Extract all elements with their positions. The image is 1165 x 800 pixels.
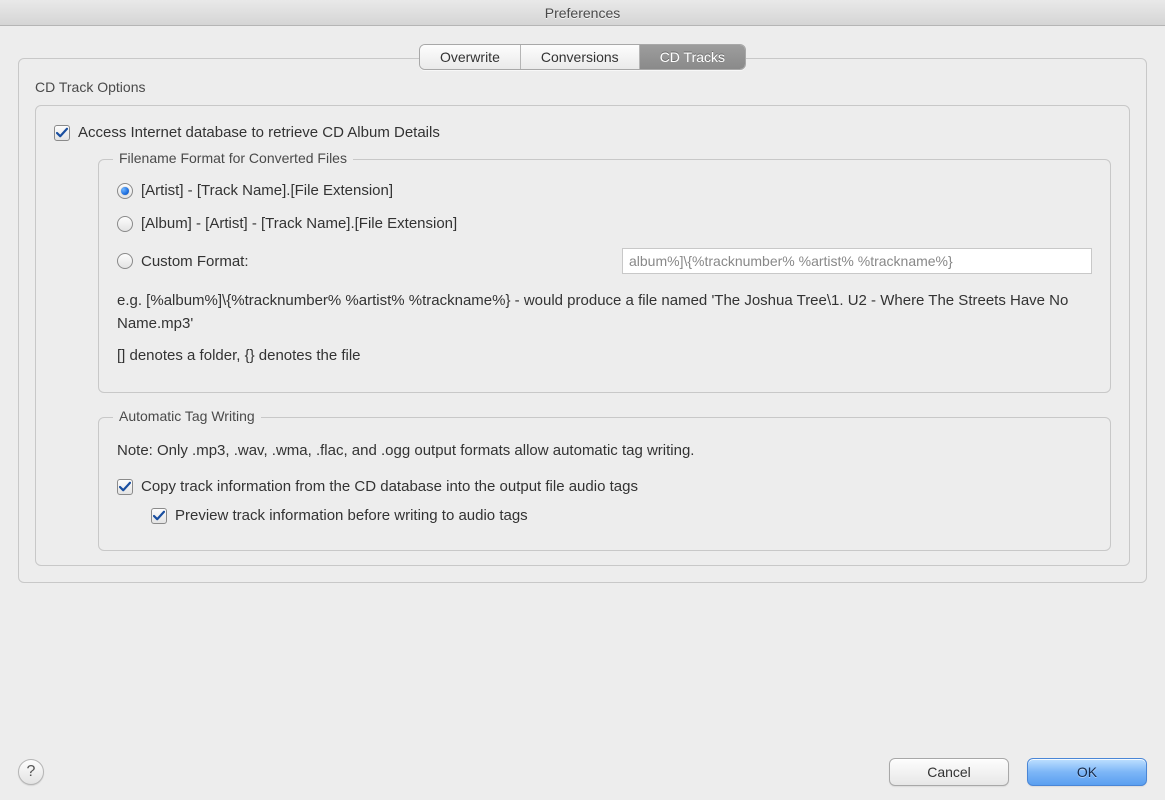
format-radio-1-label: [Artist] - [Track Name].[File Extension] bbox=[141, 182, 393, 199]
format-radio-3[interactable] bbox=[117, 253, 133, 269]
segmented-tabs: Overwrite Conversions CD Tracks bbox=[419, 44, 746, 70]
cd-track-options-fieldset: Access Internet database to retrieve CD … bbox=[35, 105, 1130, 566]
format-radio-2-label: [Album] - [Artist] - [Track Name].[File … bbox=[141, 215, 457, 232]
format-option-album-artist-track: [Album] - [Artist] - [Track Name].[File … bbox=[117, 215, 1092, 232]
filename-format-fieldset: Filename Format for Converted Files [Art… bbox=[98, 159, 1111, 393]
filename-format-legend: Filename Format for Converted Files bbox=[113, 150, 353, 166]
copy-tags-label: Copy track information from the CD datab… bbox=[141, 478, 638, 495]
help-button[interactable]: ? bbox=[18, 759, 44, 785]
checkmark-icon bbox=[56, 127, 68, 139]
tag-writing-legend: Automatic Tag Writing bbox=[113, 408, 261, 424]
tab-overwrite[interactable]: Overwrite bbox=[420, 45, 521, 69]
cd-tracks-panel: CD Track Options Access Internet databas… bbox=[18, 58, 1147, 583]
format-radio-3-label: Custom Format: bbox=[141, 253, 249, 270]
ok-button[interactable]: OK bbox=[1027, 758, 1147, 786]
checkmark-icon bbox=[153, 510, 165, 522]
format-example-text: e.g. [%album%]\{%tracknumber% %artist% %… bbox=[117, 290, 1092, 335]
group-label-cd-track-options: CD Track Options bbox=[35, 79, 1130, 95]
format-radio-2[interactable] bbox=[117, 216, 133, 232]
preview-tags-row: Preview track information before writing… bbox=[151, 507, 1092, 524]
preview-tags-label: Preview track information before writing… bbox=[175, 507, 528, 524]
cancel-button[interactable]: Cancel bbox=[889, 758, 1009, 786]
window-title: Preferences bbox=[0, 0, 1165, 26]
access-db-label: Access Internet database to retrieve CD … bbox=[78, 124, 440, 141]
preview-tags-checkbox[interactable] bbox=[151, 508, 167, 524]
footer: ? Cancel OK bbox=[18, 758, 1147, 786]
tabs: Overwrite Conversions CD Tracks bbox=[18, 44, 1147, 70]
access-db-row: Access Internet database to retrieve CD … bbox=[54, 124, 1111, 141]
checkmark-icon bbox=[119, 481, 131, 493]
format-notation-text: [] denotes a folder, {} denotes the file bbox=[117, 345, 1092, 368]
access-db-checkbox[interactable] bbox=[54, 125, 70, 141]
copy-tags-row: Copy track information from the CD datab… bbox=[117, 478, 1092, 495]
copy-tags-checkbox[interactable] bbox=[117, 479, 133, 495]
format-option-custom: Custom Format: bbox=[117, 248, 1092, 274]
custom-format-input[interactable] bbox=[622, 248, 1092, 274]
format-radio-1[interactable] bbox=[117, 183, 133, 199]
tab-cd-tracks[interactable]: CD Tracks bbox=[640, 45, 745, 69]
window-body: Overwrite Conversions CD Tracks CD Track… bbox=[0, 26, 1165, 800]
tag-writing-note: Note: Only .mp3, .wav, .wma, .flac, and … bbox=[117, 440, 1092, 463]
format-option-artist-track: [Artist] - [Track Name].[File Extension] bbox=[117, 182, 1092, 199]
tag-writing-fieldset: Automatic Tag Writing Note: Only .mp3, .… bbox=[98, 417, 1111, 552]
tab-conversions[interactable]: Conversions bbox=[521, 45, 640, 69]
